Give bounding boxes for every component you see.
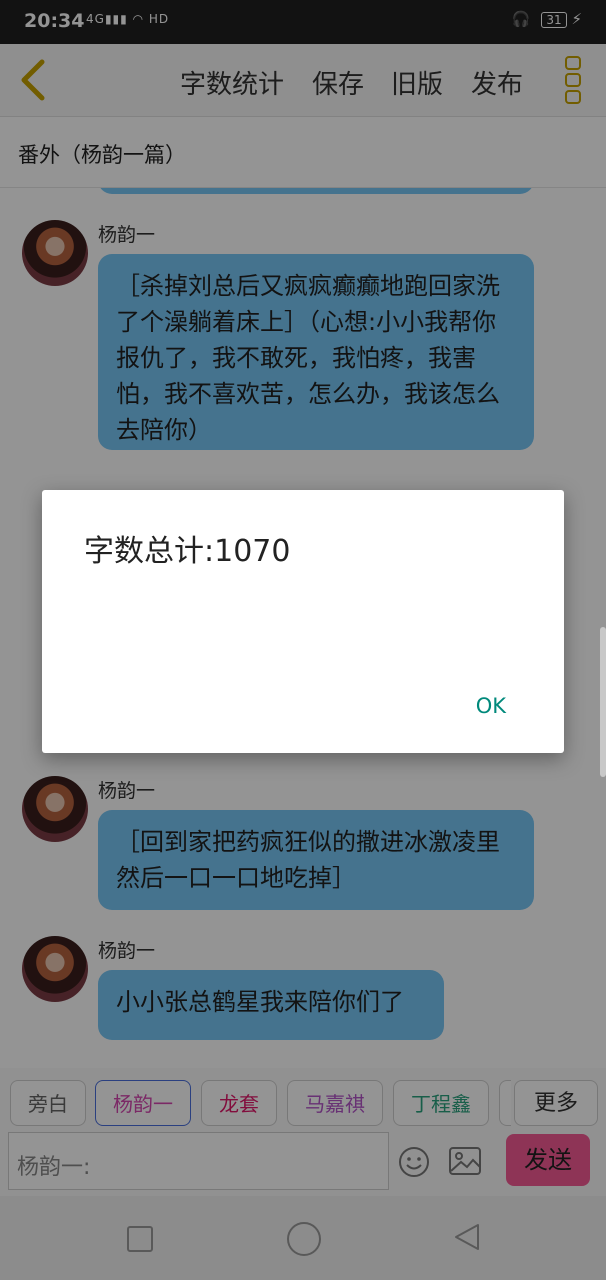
scrollbar[interactable]	[600, 627, 606, 777]
dialog-message: 字数总计:1070	[84, 534, 291, 569]
word-count-dialog: 字数总计:1070 OK	[42, 490, 564, 753]
ok-button[interactable]: OK	[476, 694, 506, 718]
